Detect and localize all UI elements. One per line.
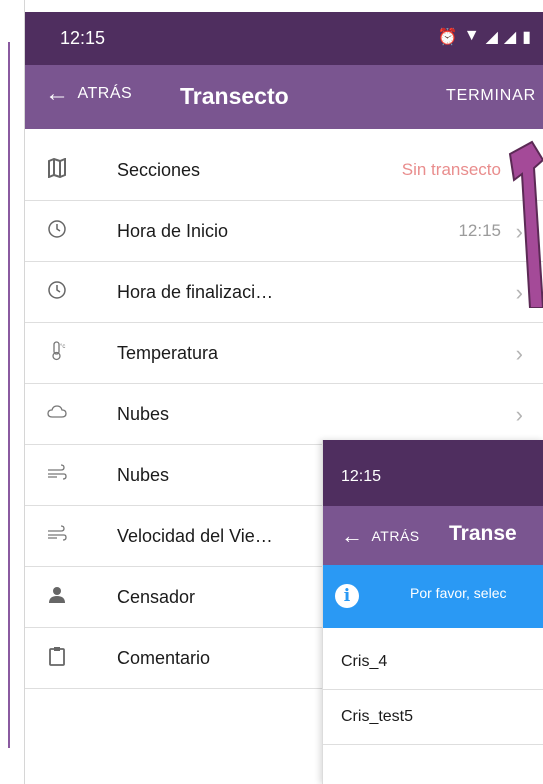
overlay-back-label: ATRÁS [371, 528, 420, 544]
overlay-status-time: 12:15 [341, 468, 382, 485]
row-secciones[interactable]: Secciones Sin transecto [25, 140, 543, 201]
signal-icon: ◢ [503, 29, 517, 46]
thermometer-icon: °c [52, 341, 65, 361]
status-icons: ⏰ ▼ ◢ ◢ ▮ [438, 27, 531, 47]
row-label: Hora de Inicio [117, 221, 229, 241]
row-label: Hora de finalizaci… [117, 282, 274, 302]
row-label: Velocidad del Vie… [117, 526, 273, 546]
row-hora-inicio[interactable]: Hora de Inicio 12:15 › [25, 201, 543, 262]
row-temperatura[interactable]: °c Temperatura › [25, 323, 543, 384]
info-icon: i [335, 584, 359, 608]
info-banner: i Por favor, selec [323, 565, 543, 628]
clock-icon [48, 220, 66, 238]
transect-option-label: Cris_4 [341, 653, 388, 670]
row-label: Nubes [117, 404, 170, 424]
wifi-icon: ▼ [463, 27, 480, 44]
row-label: Censador [117, 587, 196, 607]
clipboard-icon [49, 647, 65, 666]
finish-button[interactable]: TERMINAR [446, 87, 536, 105]
map-icon [48, 158, 66, 178]
alarm-icon: ⏰ [437, 29, 458, 46]
svg-text:°c: °c [60, 344, 65, 350]
annotation-rule [8, 42, 10, 748]
back-button[interactable]: ← ATRÁS [45, 80, 133, 107]
battery-icon: ▮ [522, 29, 531, 46]
row-label: Secciones [117, 160, 201, 180]
signal-icon: ◢ [485, 29, 498, 46]
transect-option[interactable]: Cris_test5 [323, 690, 543, 745]
wind-icon [48, 464, 67, 480]
row-label: Nubes [117, 465, 170, 485]
app-bar: ← ATRÁS Transecto TERMINAR [25, 65, 543, 129]
overlay-title: Transe [449, 522, 517, 545]
overlay-screenshot: 12:15 ← ATRÁS Transe i Por favor, selec … [322, 440, 543, 784]
clock-icon [48, 281, 66, 299]
row-label: Comentario [117, 648, 211, 668]
back-label: ATRÁS [77, 85, 133, 102]
chevron-right-icon: › [515, 341, 523, 366]
back-arrow-icon: ← [341, 523, 364, 548]
annotation-arrow [508, 140, 543, 308]
overlay-status-bar: 12:15 [323, 440, 543, 506]
wind-icon [48, 525, 67, 541]
transect-option[interactable]: Cris_4 [323, 635, 543, 690]
person-icon [49, 587, 65, 603]
status-bar: 12:15 ⏰ ▼ ◢ ◢ ▮ [25, 12, 543, 65]
transect-option-label: Cris_test5 [341, 708, 414, 725]
status-time: 12:15 [60, 28, 106, 48]
chevron-right-icon: › [515, 402, 523, 427]
back-arrow-icon: ← [45, 80, 70, 107]
row-hora-fin[interactable]: Hora de finalizaci… › [25, 262, 543, 323]
overlay-back-button[interactable]: ← ATRÁS [341, 523, 420, 548]
overlay-app-bar: ← ATRÁS Transe [323, 506, 543, 565]
cloud-icon [47, 405, 67, 418]
row-nubes[interactable]: Nubes › [25, 384, 543, 445]
row-label: Temperatura [117, 343, 219, 363]
page-title: Transecto [180, 83, 289, 109]
info-text: Por favor, selec [410, 585, 507, 601]
